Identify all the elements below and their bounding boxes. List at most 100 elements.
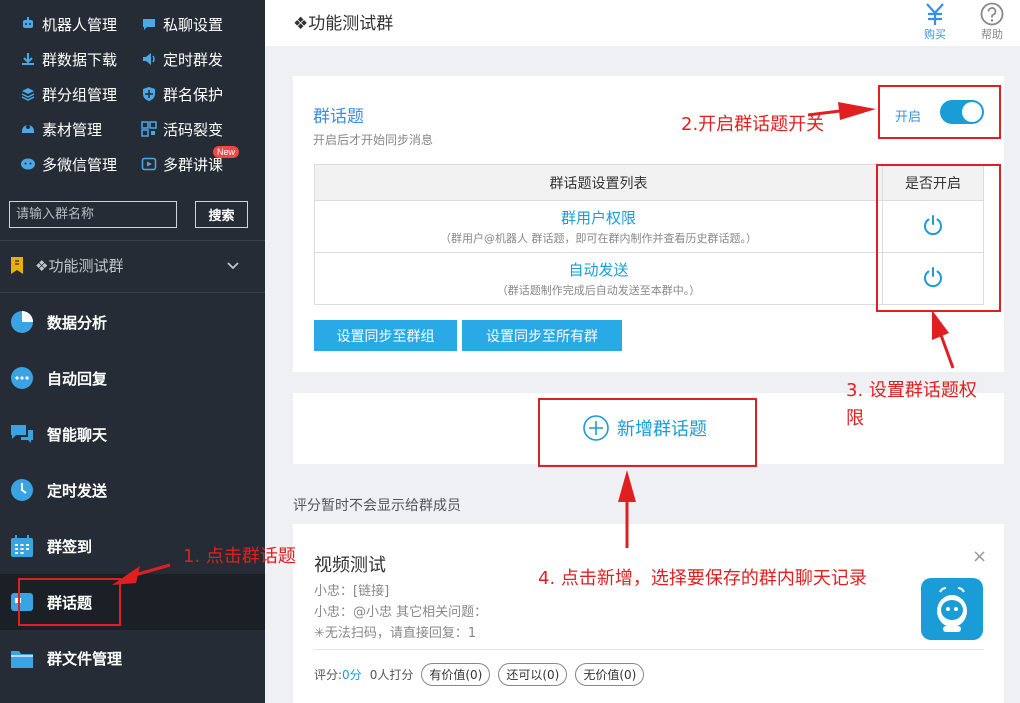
menu-multi-group-lecture[interactable]: 多群讲课 xyxy=(141,152,223,176)
nav-group-files[interactable]: 群文件管理 xyxy=(0,630,265,686)
clock-icon xyxy=(11,479,33,501)
table-header: 群话题设置列表 xyxy=(314,164,883,201)
arrow-step4-head xyxy=(618,470,636,502)
chevron-down-icon[interactable] xyxy=(226,259,240,273)
robot-icon xyxy=(20,16,36,32)
menu-label: 素材管理 xyxy=(42,120,103,139)
menu-group-categories[interactable]: 群分组管理 xyxy=(20,82,117,106)
rating-row: 评分: 0分 0人打分 有价值(0) 还可以(0) 无价值(0) xyxy=(314,663,645,686)
annotation-step2: 2.开启群话题开关 xyxy=(681,114,825,135)
material-icon xyxy=(20,121,36,137)
annotation-box-step1 xyxy=(18,578,121,626)
setting-desc: （群用户@机器人 群话题，即可在群内制作并查看历史群话题。） xyxy=(440,232,757,245)
rate-useless-button[interactable]: 无价值(0) xyxy=(575,663,645,686)
qrcode-icon xyxy=(141,121,157,137)
menu-label: 定时群发 xyxy=(163,50,224,69)
search-input[interactable] xyxy=(9,201,177,228)
annotation-step3: 3. 设置群话题权 xyxy=(846,380,977,401)
nav-auto-reply[interactable]: 自动回复 xyxy=(0,350,265,406)
shield-icon xyxy=(141,86,157,102)
setting-name[interactable]: 自动发送 xyxy=(315,259,882,280)
annotation-box-step4 xyxy=(538,398,757,467)
chat-icon xyxy=(141,16,157,32)
nav-label: 定时发送 xyxy=(47,481,108,500)
card-title: 群话题 xyxy=(313,107,364,127)
wechat-icon xyxy=(20,156,36,172)
buy-button[interactable]: 购买 xyxy=(915,2,955,44)
sync-to-group-button[interactable]: 设置同步至群组 xyxy=(314,320,457,351)
annotation-step3-cont: 限 xyxy=(846,408,864,429)
topic-line: 小忠：[链接] xyxy=(314,584,390,599)
menu-materials[interactable]: 素材管理 xyxy=(20,117,102,141)
menu-robot-management[interactable]: 机器人管理 xyxy=(20,12,117,36)
help-button[interactable]: 帮助 xyxy=(972,2,1012,44)
menu-multi-wechat[interactable]: 多微信管理 xyxy=(20,152,117,176)
nav-label: 智能聊天 xyxy=(47,425,108,444)
card-subtitle: 开启后才开始同步消息 xyxy=(313,133,434,147)
menu-label: 群名保护 xyxy=(163,85,224,104)
menu-label: 多微信管理 xyxy=(42,155,118,174)
menu-private-chat[interactable]: 私聊设置 xyxy=(141,12,223,36)
menu-label: 活码裂变 xyxy=(163,120,224,139)
group-selector[interactable]: ❖功能测试群 xyxy=(0,244,265,288)
top-menu: 机器人管理 私聊设置 群数据下载 定时群发 群分组管理 群名保护 素材管理 活码… xyxy=(0,0,265,190)
chat-bubbles-icon xyxy=(11,425,33,443)
nav-label: 群文件管理 xyxy=(47,649,123,668)
new-badge: New xyxy=(213,146,240,158)
folder-icon xyxy=(11,651,33,668)
menu-label: 机器人管理 xyxy=(42,15,118,34)
nav-label: 数据分析 xyxy=(47,313,108,332)
annotation-step4: 4. 点击新增，选择要保存的群内聊天记录 xyxy=(538,568,867,589)
bot-avatar[interactable] xyxy=(921,578,983,640)
rate-ok-button[interactable]: 还可以(0) xyxy=(498,663,568,686)
buy-label: 购买 xyxy=(924,28,946,41)
divider xyxy=(0,240,265,241)
divider xyxy=(314,649,984,650)
menu-name-protection[interactable]: 群名保护 xyxy=(141,82,223,106)
calendar-icon xyxy=(11,535,33,557)
help-icon xyxy=(980,2,1004,26)
annotation-step1: 1. 点击群话题 xyxy=(183,546,296,567)
menu-scheduled-broadcast[interactable]: 定时群发 xyxy=(141,47,223,71)
broadcast-icon xyxy=(141,51,157,67)
nav-label: 自动回复 xyxy=(47,369,108,388)
search-button[interactable]: 搜索 xyxy=(195,201,248,228)
annotation-box-step2 xyxy=(878,85,1001,139)
menu-data-download[interactable]: 群数据下载 xyxy=(20,47,117,71)
menu-label: 私聊设置 xyxy=(163,15,224,34)
nav-label: 群签到 xyxy=(47,537,93,556)
download-icon xyxy=(20,51,36,67)
rate-valuable-button[interactable]: 有价值(0) xyxy=(421,663,491,686)
page-title: ❖功能测试群 xyxy=(293,14,394,34)
yuan-icon xyxy=(926,3,944,25)
topic-line: 小忠：@小忠 其它相关问题： xyxy=(314,605,488,620)
nav-smart-chat[interactable]: 智能聊天 xyxy=(0,406,265,462)
menu-label: 多群讲课 xyxy=(163,155,224,174)
robot-mascot-icon xyxy=(937,587,967,632)
topic-card: 视频测试 × 小忠：[链接] 小忠：@小忠 其它相关问题： ✳无法扫码，请直接回… xyxy=(293,524,1004,703)
nav-data-analysis[interactable]: 数据分析 xyxy=(0,294,265,350)
score-value: 0分 xyxy=(342,668,362,682)
rater-count: 0人打分 xyxy=(369,668,414,682)
group-search: 搜索 xyxy=(9,201,248,229)
sync-to-all-button[interactable]: 设置同步至所有群 xyxy=(462,320,622,351)
score-note: 评分暂时不会显示给群成员 xyxy=(293,498,461,514)
annotation-box-step3 xyxy=(876,164,1001,312)
nav-scheduled-send[interactable]: 定时发送 xyxy=(0,462,265,518)
divider xyxy=(0,292,265,293)
score-label: 评分: xyxy=(314,668,343,682)
pie-chart-icon xyxy=(11,311,33,333)
bookmark-icon xyxy=(11,257,23,274)
play-icon xyxy=(141,156,157,172)
layers-icon xyxy=(20,86,36,102)
menu-live-code[interactable]: 活码裂变 xyxy=(141,117,223,141)
setting-name[interactable]: 群用户权限 xyxy=(315,207,882,228)
topic-line: ✳无法扫码，请直接回复：1 xyxy=(314,626,477,641)
help-label: 帮助 xyxy=(981,28,1003,41)
menu-label: 群数据下载 xyxy=(42,50,118,69)
message-dots-icon xyxy=(11,367,33,389)
menu-label: 群分组管理 xyxy=(42,85,118,104)
topic-title[interactable]: 视频测试 xyxy=(314,551,386,577)
setting-desc: （群话题制作完成后自动发送至本群中。） xyxy=(496,284,701,297)
close-icon[interactable]: × xyxy=(972,546,987,567)
